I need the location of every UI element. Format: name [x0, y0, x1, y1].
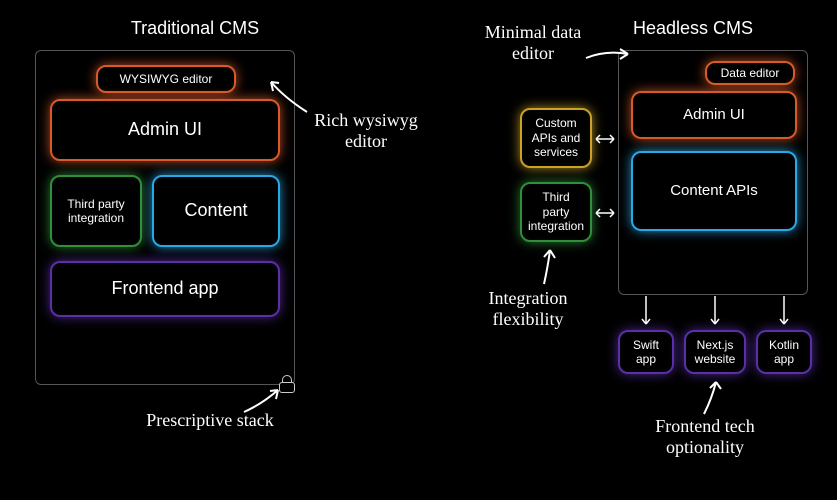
- block-custom-apis: Custom APIs and services: [520, 108, 592, 168]
- block-nextjs: Next.js website: [684, 330, 746, 374]
- block-third-party-right: Third party integration: [520, 182, 592, 242]
- arrow-rich-editor: [265, 76, 315, 116]
- arrow-down-2: [709, 296, 721, 328]
- title-headless: Headless CMS: [618, 18, 768, 39]
- block-admin-ui-left: Admin UI: [50, 99, 280, 161]
- arrow-down-3: [778, 296, 790, 328]
- block-frontend-app: Frontend app: [50, 261, 280, 317]
- note-frontend-tech: Frontend tech optionality: [620, 416, 790, 457]
- block-data-editor: Data editor: [705, 61, 795, 85]
- arrow-prescriptive: [240, 388, 290, 418]
- arrow-bidir-2: [594, 206, 616, 220]
- title-traditional: Traditional CMS: [115, 18, 275, 39]
- traditional-container: WYSIWYG editor Admin UI Third party inte…: [35, 50, 295, 385]
- block-swift: Swift app: [618, 330, 674, 374]
- block-content-apis: Content APIs: [631, 151, 797, 231]
- headless-container: Data editor Admin UI Content APIs: [618, 50, 808, 295]
- arrow-down-1: [640, 296, 652, 328]
- block-third-party-left: Third party integration: [50, 175, 142, 247]
- arrow-bidir-1: [594, 132, 616, 146]
- block-wysiwyg: WYSIWYG editor: [96, 65, 236, 93]
- block-admin-ui-right: Admin UI: [631, 91, 797, 139]
- note-minimal-editor: Minimal data editor: [468, 22, 598, 63]
- note-rich-editor: Rich wysiwyg editor: [306, 110, 426, 151]
- block-kotlin: Kotlin app: [756, 330, 812, 374]
- note-integration: Integration flexibility: [468, 288, 588, 329]
- arrow-minimal: [584, 44, 634, 68]
- arrow-integration: [534, 248, 558, 286]
- block-content-left: Content: [152, 175, 280, 247]
- arrow-frontend-tech: [700, 380, 724, 416]
